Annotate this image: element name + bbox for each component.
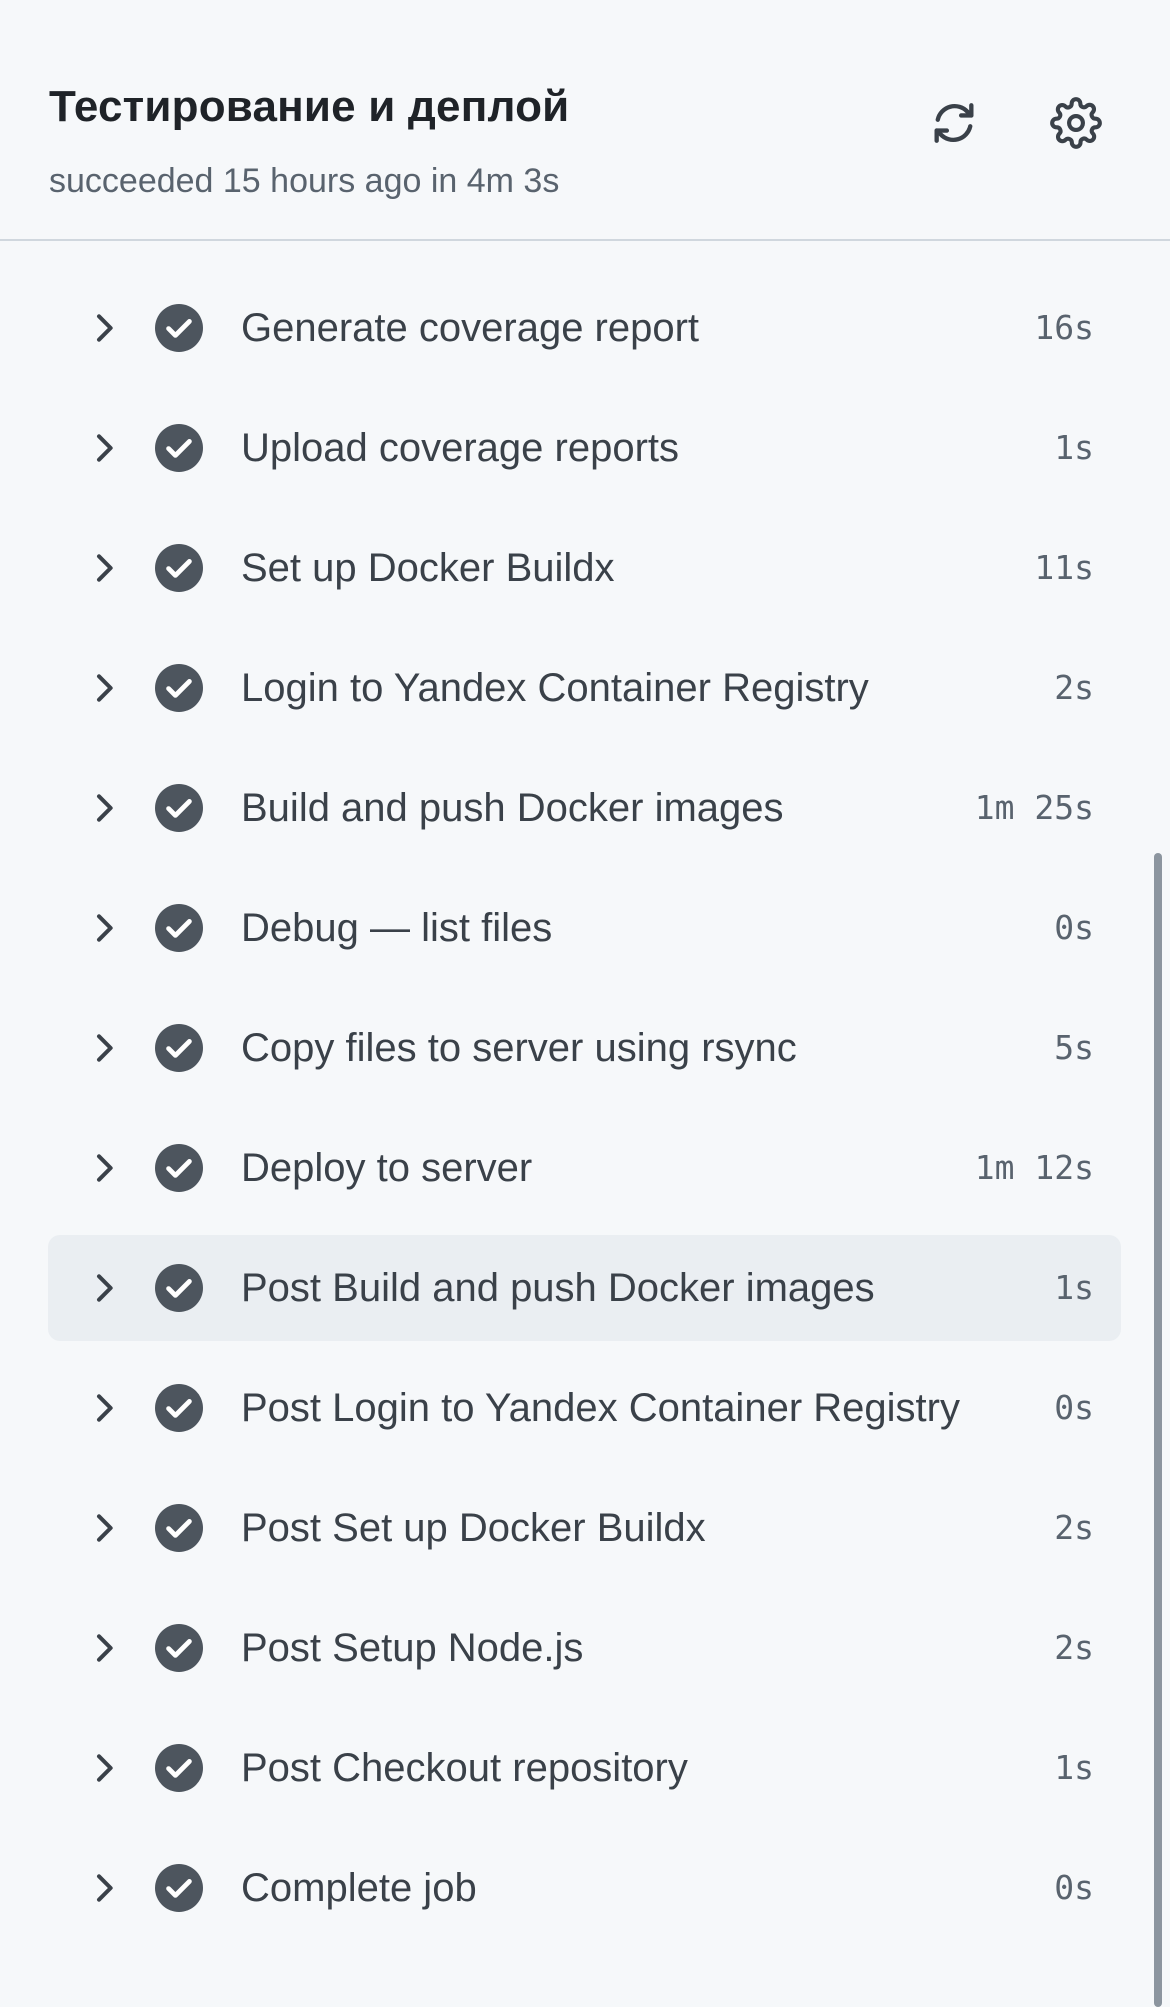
step-name: Post Set up Docker Buildx <box>241 1506 706 1550</box>
check-circle-icon <box>155 1264 203 1312</box>
chevron-right-icon[interactable] <box>84 308 124 348</box>
step-row[interactable]: Post Checkout repository 1s <box>48 1715 1121 1821</box>
step-duration: 1s <box>1054 428 1094 467</box>
step-duration: 0s <box>1054 1388 1094 1427</box>
step-row[interactable]: Post Set up Docker Buildx 2s <box>48 1475 1121 1581</box>
step-row[interactable]: Login to Yandex Container Registry 2s <box>48 635 1121 741</box>
check-circle-icon <box>155 1144 203 1192</box>
step-row[interactable]: Build and push Docker images 1m 25s <box>48 755 1121 861</box>
chevron-right-icon[interactable] <box>84 1028 124 1068</box>
job-header: Тестирование и деплой succeeded 15 hours… <box>0 0 1170 241</box>
step-name: Build and push Docker images <box>241 786 784 830</box>
check-circle-icon <box>155 1384 203 1432</box>
step-row[interactable]: Upload coverage reports 1s <box>48 395 1121 501</box>
step-name: Set up Docker Buildx <box>241 546 615 590</box>
check-circle-icon <box>155 1744 203 1792</box>
step-row[interactable]: Copy files to server using rsync 5s <box>48 995 1121 1101</box>
gear-icon <box>1050 97 1102 149</box>
step-row[interactable]: Complete job 0s <box>48 1835 1121 1941</box>
step-name: Post Checkout repository <box>241 1746 688 1790</box>
check-circle-icon <box>155 784 203 832</box>
chevron-right-icon[interactable] <box>84 908 124 948</box>
step-name: Login to Yandex Container Registry <box>241 666 869 710</box>
step-duration: 2s <box>1054 1508 1094 1547</box>
step-duration: 0s <box>1054 908 1094 947</box>
chevron-right-icon[interactable] <box>84 1508 124 1548</box>
step-duration: 1s <box>1054 1748 1094 1787</box>
chevron-right-icon[interactable] <box>84 428 124 468</box>
check-circle-icon <box>155 304 203 352</box>
settings-button[interactable] <box>1043 90 1109 156</box>
step-row[interactable]: Debug — list files 0s <box>48 875 1121 981</box>
step-duration: 1m 12s <box>974 1148 1094 1187</box>
chevron-right-icon[interactable] <box>84 1148 124 1188</box>
check-circle-icon <box>155 904 203 952</box>
scrollbar[interactable] <box>1150 242 1170 2007</box>
chevron-right-icon[interactable] <box>84 1868 124 1908</box>
step-duration: 1m 25s <box>974 788 1094 827</box>
step-name: Generate coverage report <box>241 306 700 350</box>
check-circle-icon <box>155 424 203 472</box>
step-row[interactable]: Set up Docker Buildx 11s <box>48 515 1121 621</box>
check-circle-icon <box>155 544 203 592</box>
chevron-right-icon[interactable] <box>84 1628 124 1668</box>
step-duration: 1s <box>1054 1268 1094 1307</box>
step-row[interactable]: Post Setup Node.js 2s <box>48 1595 1121 1701</box>
chevron-right-icon[interactable] <box>84 788 124 828</box>
step-name: Post Login to Yandex Container Registry <box>241 1386 960 1430</box>
step-duration: 11s <box>1034 548 1094 587</box>
step-duration: 2s <box>1054 668 1094 707</box>
step-name: Copy files to server using rsync <box>241 1026 797 1070</box>
chevron-right-icon[interactable] <box>84 1268 124 1308</box>
step-name: Post Build and push Docker images <box>241 1266 875 1310</box>
step-name: Upload coverage reports <box>241 426 680 470</box>
check-circle-icon <box>155 1624 203 1672</box>
step-row[interactable]: Deploy to server 1m 12s <box>48 1115 1121 1221</box>
step-name: Post Setup Node.js <box>241 1626 584 1670</box>
step-row[interactable]: Generate coverage report 16s <box>48 275 1121 381</box>
step-name: Debug — list files <box>241 906 553 950</box>
step-name: Complete job <box>241 1866 477 1910</box>
step-duration: 5s <box>1054 1028 1094 1067</box>
check-circle-icon <box>155 1504 203 1552</box>
step-duration: 0s <box>1054 1868 1094 1907</box>
step-duration: 16s <box>1034 308 1094 347</box>
step-row[interactable]: Post Login to Yandex Container Registry … <box>48 1355 1121 1461</box>
step-duration: 2s <box>1054 1628 1094 1667</box>
chevron-right-icon[interactable] <box>84 1748 124 1788</box>
step-row-highlighted[interactable]: Post Build and push Docker images 1s <box>48 1235 1121 1341</box>
check-circle-icon <box>155 1864 203 1912</box>
chevron-right-icon[interactable] <box>84 1388 124 1428</box>
refresh-icon <box>934 103 974 143</box>
job-status-text: succeeded 15 hours ago in 4m 3s <box>49 162 560 200</box>
rerun-button[interactable] <box>921 90 987 156</box>
chevron-right-icon[interactable] <box>84 668 124 708</box>
step-name: Deploy to server <box>241 1146 533 1190</box>
check-circle-icon <box>155 1024 203 1072</box>
check-circle-icon <box>155 664 203 712</box>
chevron-right-icon[interactable] <box>84 548 124 588</box>
job-title: Тестирование и деплой <box>49 82 570 131</box>
scrollbar-thumb[interactable] <box>1154 853 1162 2007</box>
steps-list: Generate coverage report 16s Upload cove… <box>0 242 1150 2007</box>
